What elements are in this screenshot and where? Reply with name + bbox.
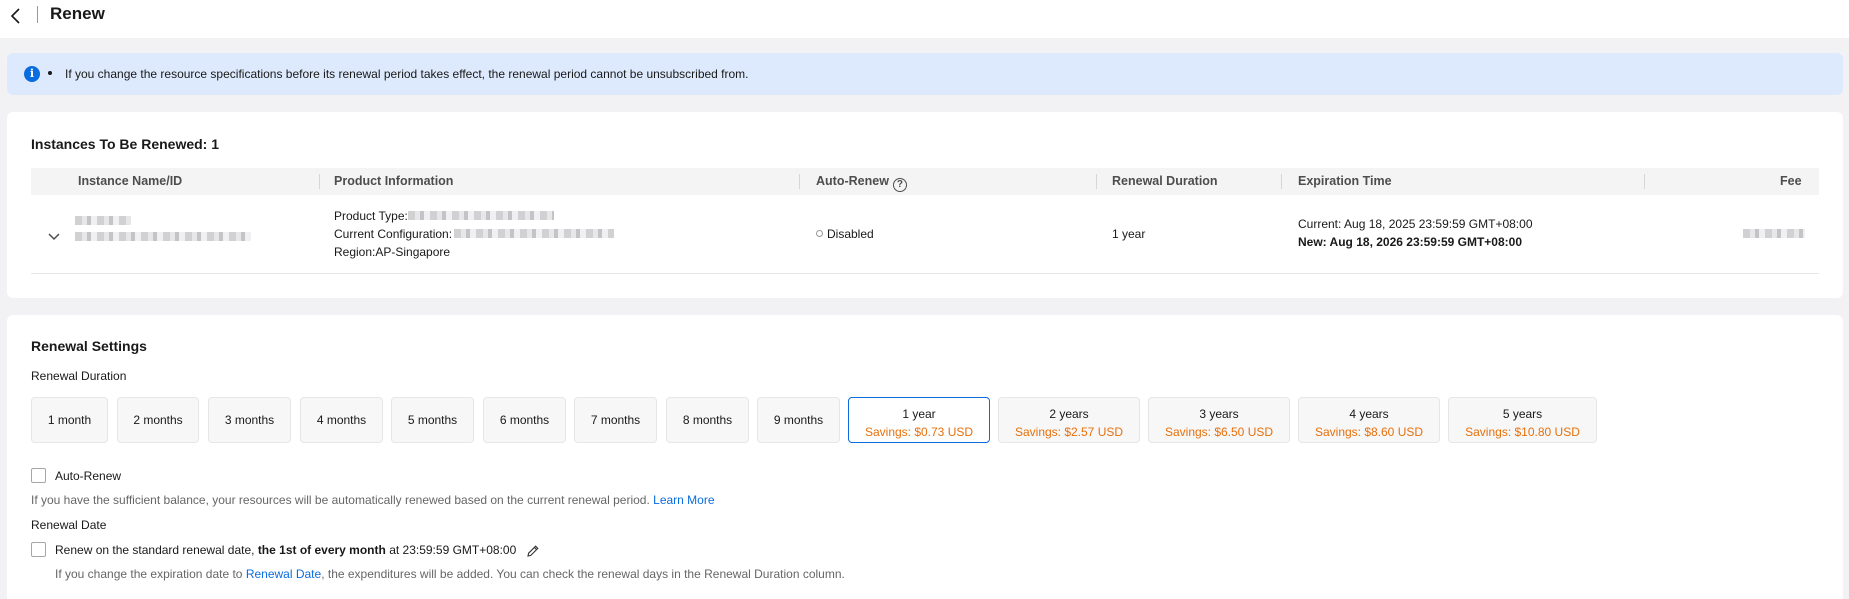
duration-option-1-year[interactable]: 1 year Savings: $0.73 USD: [848, 397, 990, 443]
duration-label: 4 years: [1349, 407, 1389, 421]
duration-option-4-months[interactable]: 4 months: [300, 397, 383, 443]
region: Region:AP-Singapore: [334, 245, 451, 259]
savings-label: Savings: $6.50 USD: [1164, 425, 1274, 439]
duration-option-5-months[interactable]: 5 months: [391, 397, 474, 443]
bullet-dot: [48, 71, 52, 75]
column-divider: [1644, 174, 1645, 189]
auto-renew-status-text: Disabled: [827, 227, 874, 241]
page-title: Renew: [50, 4, 105, 23]
duration-label: 1 month: [47, 413, 92, 427]
renewal-date-note-suffix: , the expenditures will be added. You ca…: [321, 567, 845, 581]
duration-label: 7 months: [590, 413, 641, 427]
product-type: Product Type:: [334, 209, 408, 223]
learn-more-link[interactable]: Learn More: [653, 493, 714, 507]
savings-label: Savings: $10.80 USD: [1465, 425, 1580, 439]
notice-text: If you change the resource specification…: [65, 67, 749, 81]
instances-card: Instances To Be Renewed: 1 Instance Name…: [7, 112, 1843, 298]
renewal-date-prefix: Renew on the standard renewal date,: [55, 543, 255, 557]
duration-label: 5 years: [1502, 407, 1543, 421]
duration-option-3-years[interactable]: 3 years Savings: $6.50 USD: [1148, 397, 1290, 443]
current-config: Current Configuration:: [334, 227, 452, 241]
col-expiration-time: Expiration Time: [1298, 174, 1392, 188]
duration-label: 8 months: [682, 413, 733, 427]
redacted-configuration: [454, 229, 614, 238]
renewal-settings-title: Renewal Settings: [31, 338, 147, 354]
duration-option-8-months[interactable]: 8 months: [666, 397, 749, 443]
instances-table-header: Instance Name/ID Product Information Aut…: [31, 168, 1819, 195]
column-divider: [1096, 174, 1097, 189]
duration-label: 6 months: [499, 413, 550, 427]
duration-option-2-months[interactable]: 2 months: [117, 397, 199, 443]
col-fee: Fee: [1780, 174, 1802, 188]
expiration-new: New: Aug 18, 2026 23:59:59 GMT+08:00: [1298, 235, 1522, 249]
renewal-date-checkbox[interactable]: [31, 542, 46, 557]
duration-option-1-month[interactable]: 1 month: [31, 397, 108, 443]
duration-option-4-years[interactable]: 4 years Savings: $8.60 USD: [1298, 397, 1440, 443]
redacted-product-type: [408, 211, 554, 220]
help-icon[interactable]: ?: [892, 178, 907, 192]
column-divider: [1281, 174, 1282, 189]
col-instance-name: Instance Name/ID: [78, 174, 183, 188]
renewal-date-note: If you change the expiration date to Ren…: [55, 567, 845, 581]
duration-option-9-months[interactable]: 9 months: [757, 397, 840, 443]
redacted-fee: [1743, 229, 1805, 238]
expiration-current: Current: Aug 18, 2025 23:59:59 GMT+08:00: [1298, 217, 1533, 231]
col-auto-renew: Auto-Renew?: [816, 174, 907, 192]
renewal-date-label: Renewal Date: [31, 518, 107, 532]
renewal-date-note-prefix: If you change the expiration date to: [55, 567, 243, 581]
title-divider: [37, 6, 38, 23]
renewal-date-link[interactable]: Renewal Date: [246, 567, 321, 581]
auto-renew-checkbox[interactable]: [31, 468, 46, 483]
info-icon: i: [24, 66, 40, 82]
current-config-label: Current Configuration:: [334, 227, 453, 241]
renewal-date-suffix: at 23:59:59 GMT+08:00: [389, 543, 517, 557]
savings-label: Savings: $2.57 USD: [1014, 425, 1124, 439]
savings-label: Savings: $8.60 USD: [1314, 425, 1424, 439]
duration-label: 3 years: [1199, 407, 1239, 421]
duration-label: 2 months: [133, 413, 183, 427]
column-divider: [799, 174, 800, 189]
chevron-down-icon[interactable]: [47, 230, 61, 241]
renewal-settings-card: Renewal Settings Renewal Duration 1 mont…: [7, 315, 1843, 599]
instances-title: Instances To Be Renewed: 1: [31, 136, 220, 152]
status-dot-icon: [816, 230, 823, 237]
auto-renew-desc-text: If you have the sufficient balance, your…: [31, 493, 650, 507]
duration-option-3-months[interactable]: 3 months: [208, 397, 291, 443]
product-type-label: Product Type:: [334, 209, 408, 223]
duration-label: 1 year: [902, 407, 936, 421]
renewal-duration-label: Renewal Duration: [31, 369, 127, 383]
auto-renew-status: Disabled: [816, 227, 874, 241]
duration-label: 9 months: [773, 413, 824, 427]
duration-label: 3 months: [224, 413, 275, 427]
duration-option-6-months[interactable]: 6 months: [483, 397, 566, 443]
renewal-date-day: the 1st of every month: [257, 543, 386, 557]
duration-label: 2 years: [1049, 407, 1089, 421]
top-bar: Renew: [0, 0, 1849, 38]
duration-option-2-years[interactable]: 2 years Savings: $2.57 USD: [998, 397, 1140, 443]
col-product-info: Product Information: [334, 174, 454, 188]
duration-label: 4 months: [316, 413, 367, 427]
edit-pencil-icon[interactable]: [526, 544, 540, 558]
info-notice: i If you change the resource specificati…: [7, 53, 1843, 95]
savings-label: Savings: $0.73 USD: [864, 425, 974, 439]
renewal-duration-value: 1 year: [1112, 227, 1146, 241]
column-divider: [319, 174, 320, 189]
renewal-date-text: Renew on the standard renewal date, the …: [55, 543, 516, 557]
col-auto-renew-label: Auto-Renew: [816, 174, 889, 188]
duration-option-7-months[interactable]: 7 months: [574, 397, 657, 443]
duration-label: 5 months: [407, 413, 458, 427]
col-renewal-duration: Renewal Duration: [1112, 174, 1218, 188]
back-arrow-icon[interactable]: [6, 6, 26, 26]
redacted-instance-name: [75, 216, 131, 225]
auto-renew-description: If you have the sufficient balance, your…: [31, 493, 715, 507]
duration-option-5-years[interactable]: 5 years Savings: $10.80 USD: [1448, 397, 1597, 443]
table-row: Product Type: Current Configuration: Reg…: [31, 195, 1819, 274]
redacted-instance-id: [75, 232, 251, 241]
auto-renew-label: Auto-Renew: [55, 469, 122, 483]
